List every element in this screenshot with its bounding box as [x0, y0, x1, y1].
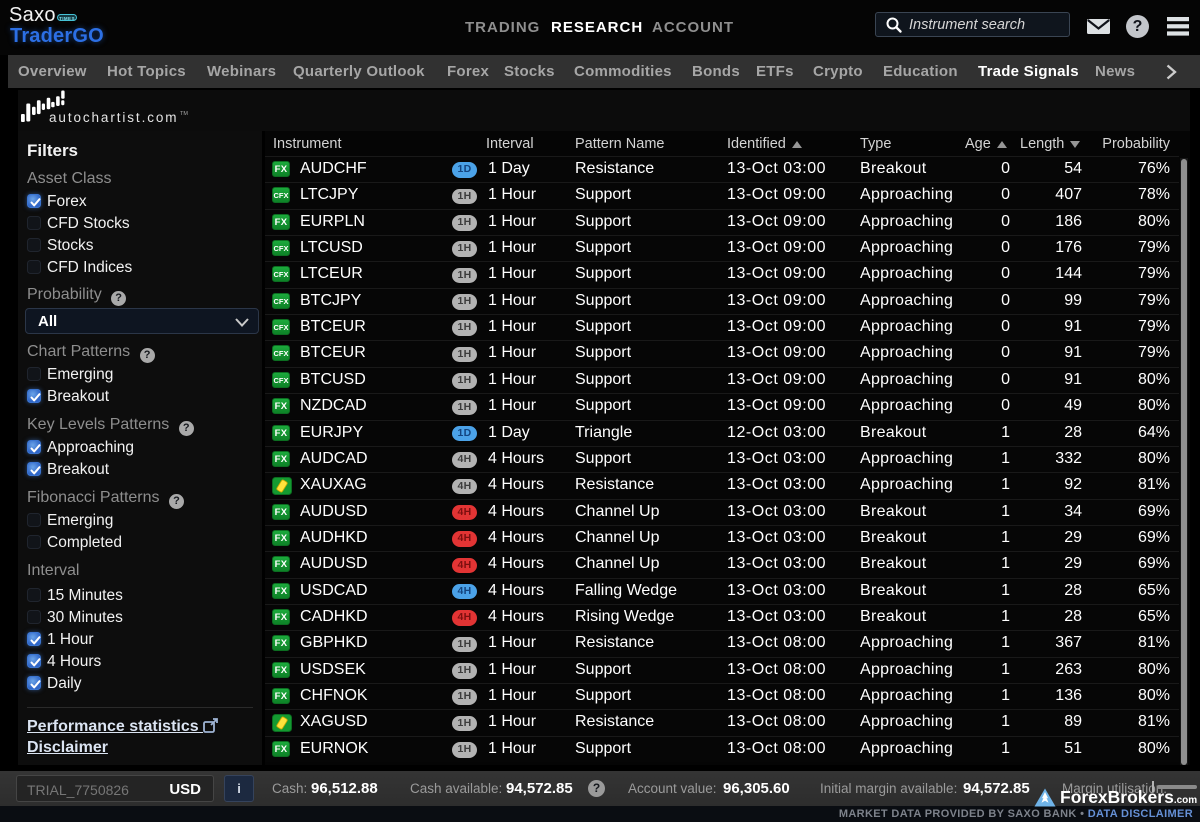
svg-text:autochartist.com: autochartist.com [49, 110, 178, 125]
svg-text:TM: TM [180, 111, 188, 117]
